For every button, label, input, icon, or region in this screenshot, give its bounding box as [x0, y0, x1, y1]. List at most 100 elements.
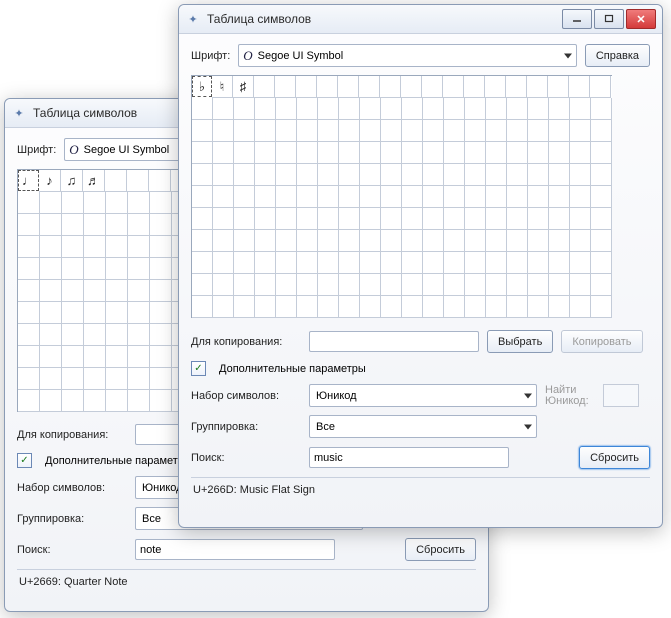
grid-cell[interactable] [318, 142, 339, 164]
grid-cell[interactable] [339, 164, 360, 186]
grid-cell[interactable] [213, 120, 234, 142]
grid-cell[interactable] [360, 230, 381, 252]
grid-cell[interactable] [150, 214, 172, 236]
grid-cell[interactable] [528, 164, 549, 186]
grid-cell[interactable] [84, 390, 106, 412]
grid-cell[interactable] [128, 324, 150, 346]
grid-cell[interactable] [465, 186, 486, 208]
grid-cell[interactable] [149, 170, 171, 192]
grid-cell[interactable] [591, 274, 612, 296]
grid-cell[interactable] [213, 98, 234, 120]
grid-cell[interactable] [150, 368, 172, 390]
grid-cell[interactable] [297, 186, 318, 208]
grid-cell[interactable] [486, 296, 507, 318]
grid-cell[interactable] [62, 368, 84, 390]
grid-cell[interactable] [84, 302, 106, 324]
grid-cell[interactable] [549, 296, 570, 318]
grid-cell[interactable] [192, 120, 213, 142]
grid-cell[interactable] [338, 76, 359, 98]
grid-cell[interactable] [591, 98, 612, 120]
search-input[interactable]: note [135, 539, 335, 560]
search-input[interactable]: music [309, 447, 509, 468]
grid-cell[interactable] [591, 120, 612, 142]
grid-cell[interactable] [402, 252, 423, 274]
grid-cell[interactable]: ♫ [61, 170, 83, 192]
grid-cell[interactable] [360, 98, 381, 120]
grid-cell[interactable] [128, 280, 150, 302]
grid-cell[interactable] [402, 142, 423, 164]
grid-cell[interactable] [192, 252, 213, 274]
grid-cell[interactable] [339, 230, 360, 252]
grid-cell[interactable] [464, 76, 485, 98]
grid-cell[interactable] [423, 186, 444, 208]
grid-cell[interactable] [423, 164, 444, 186]
grid-cell[interactable] [62, 258, 84, 280]
grid-cell[interactable] [276, 296, 297, 318]
grid-cell[interactable] [255, 252, 276, 274]
grid-cell[interactable] [128, 258, 150, 280]
grid-cell[interactable] [360, 208, 381, 230]
grid-cell[interactable] [40, 192, 62, 214]
maximize-button[interactable] [594, 9, 624, 29]
grid-cell[interactable] [318, 296, 339, 318]
grid-cell[interactable] [339, 98, 360, 120]
grid-cell[interactable] [360, 142, 381, 164]
group-dropdown[interactable]: Все [309, 415, 537, 438]
titlebar[interactable]: ✦ Таблица символов ✕ [179, 5, 662, 34]
grid-cell[interactable] [402, 296, 423, 318]
grid-cell[interactable] [84, 324, 106, 346]
grid-cell[interactable] [297, 98, 318, 120]
grid-cell[interactable] [339, 274, 360, 296]
grid-cell[interactable] [62, 214, 84, 236]
grid-cell[interactable] [507, 296, 528, 318]
grid-cell[interactable] [402, 208, 423, 230]
grid-cell[interactable] [150, 280, 172, 302]
grid-cell[interactable] [570, 120, 591, 142]
grid-cell[interactable] [84, 214, 106, 236]
grid-cell[interactable] [381, 186, 402, 208]
grid-cell[interactable] [276, 142, 297, 164]
grid-cell[interactable] [381, 208, 402, 230]
grid-cell[interactable] [18, 368, 40, 390]
grid-cell[interactable] [549, 208, 570, 230]
grid-cell[interactable] [360, 120, 381, 142]
grid-cell[interactable] [255, 120, 276, 142]
grid-cell[interactable] [339, 142, 360, 164]
grid-cell[interactable]: ♮ [212, 76, 233, 98]
grid-cell[interactable] [528, 186, 549, 208]
grid-cell[interactable] [84, 346, 106, 368]
grid-cell[interactable] [528, 252, 549, 274]
grid-cell[interactable] [486, 142, 507, 164]
grid-cell[interactable] [381, 142, 402, 164]
grid-cell[interactable] [106, 346, 128, 368]
grid-cell[interactable] [570, 208, 591, 230]
grid-cell[interactable] [62, 390, 84, 412]
grid-cell[interactable] [213, 230, 234, 252]
grid-cell[interactable] [402, 186, 423, 208]
grid-cell[interactable] [486, 230, 507, 252]
grid-cell[interactable] [128, 346, 150, 368]
grid-cell[interactable] [549, 98, 570, 120]
reset-button[interactable]: Сбросить [405, 538, 476, 561]
grid-cell[interactable] [84, 280, 106, 302]
grid-cell[interactable] [549, 164, 570, 186]
grid-cell[interactable] [234, 186, 255, 208]
font-dropdown[interactable]: O Segoe UI Symbol [238, 44, 577, 67]
grid-cell[interactable] [486, 98, 507, 120]
grid-cell[interactable] [549, 186, 570, 208]
grid-cell[interactable] [276, 230, 297, 252]
grid-cell[interactable] [40, 324, 62, 346]
grid-cell[interactable] [297, 142, 318, 164]
grid-cell[interactable] [402, 230, 423, 252]
grid-cell[interactable] [213, 252, 234, 274]
grid-cell[interactable] [591, 296, 612, 318]
grid-cell[interactable] [18, 258, 40, 280]
grid-cell[interactable] [444, 164, 465, 186]
grid-cell[interactable] [276, 208, 297, 230]
grid-cell[interactable] [507, 274, 528, 296]
grid-cell[interactable] [381, 120, 402, 142]
grid-cell[interactable] [570, 274, 591, 296]
grid-cell[interactable] [444, 230, 465, 252]
grid-cell[interactable] [128, 192, 150, 214]
grid-cell[interactable] [381, 98, 402, 120]
